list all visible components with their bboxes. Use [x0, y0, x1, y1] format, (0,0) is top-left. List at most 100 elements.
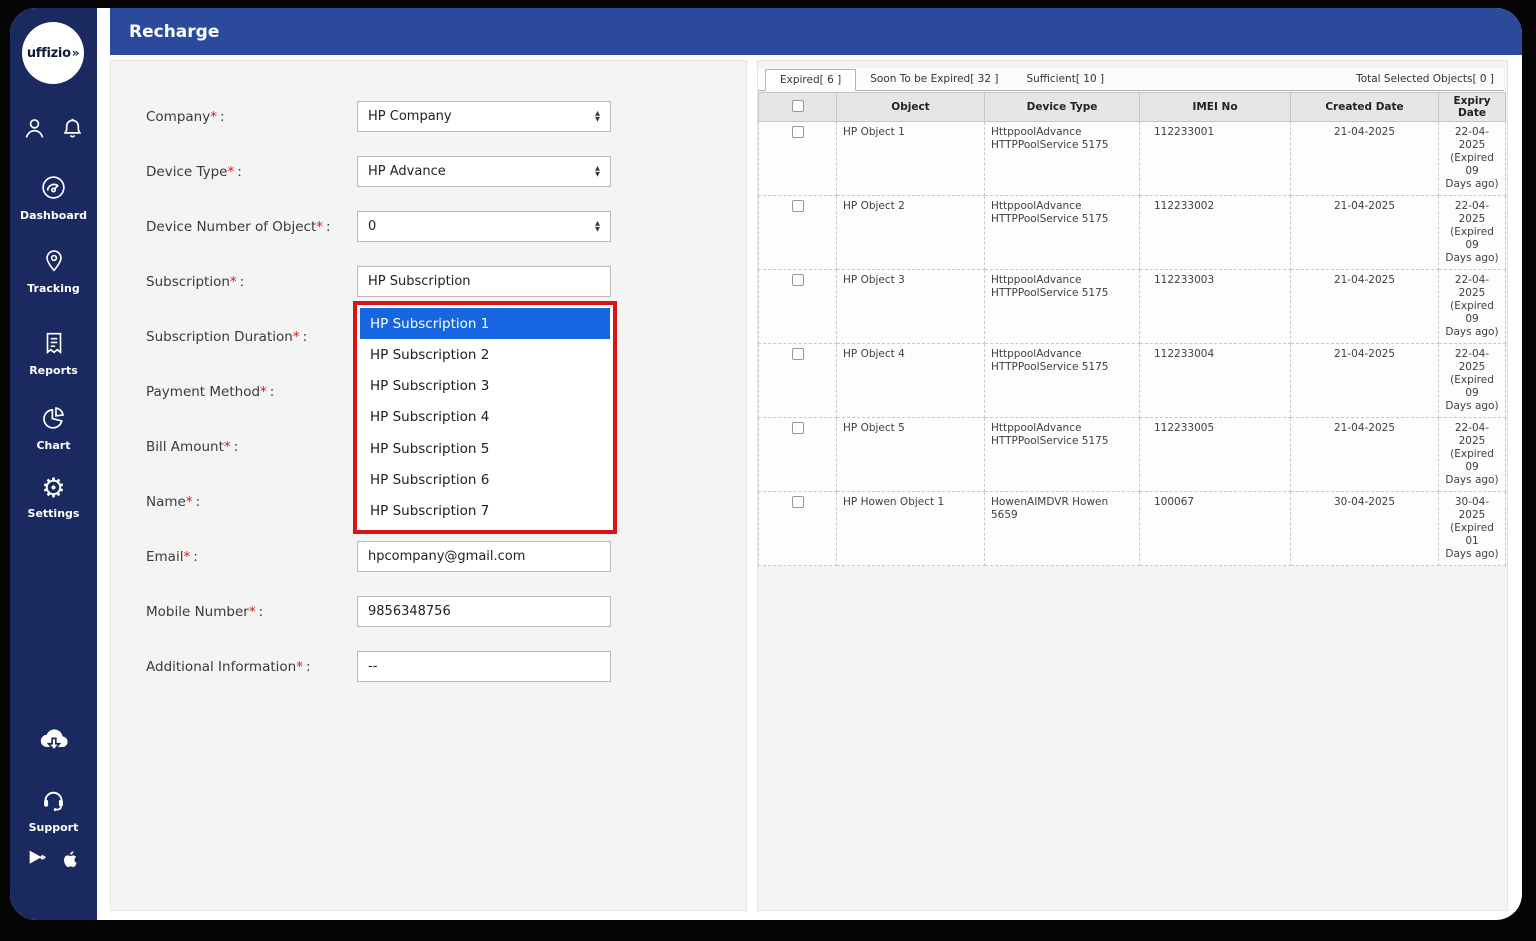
dropdown-option[interactable]: HP Subscription 4 — [360, 402, 610, 433]
dropdown-option[interactable]: HP Subscription 2 — [360, 339, 610, 370]
row-checkbox[interactable] — [792, 274, 804, 286]
mobile-number-field[interactable] — [357, 596, 611, 627]
form-row-email: Email*: — [146, 541, 611, 572]
form-row-mobile-number: Mobile Number*: — [146, 596, 611, 627]
required-mark: * — [224, 439, 231, 455]
expiry-date-cell: 22-04-2025(Expired 09Days ago) — [1439, 196, 1506, 270]
table-header-row: Object Device Type IMEI No Created Date … — [759, 93, 1506, 122]
company-select[interactable]: HP Company▲▼ — [357, 101, 611, 132]
select-arrows-icon: ▲▼ — [595, 111, 600, 122]
expiry-date-cell: 22-04-2025(Expired 09Days ago) — [1439, 270, 1506, 344]
objects-table: Object Device Type IMEI No Created Date … — [758, 92, 1506, 566]
object-cell: HP Object 5 — [837, 418, 985, 492]
required-mark: * — [186, 494, 193, 510]
sidebar-quick-icons — [10, 116, 97, 141]
form-row-device-type: Device Type*: HP Advance▲▼ — [146, 156, 611, 187]
dropdown-option[interactable]: HP Subscription 5 — [360, 433, 610, 464]
expiry-date-cell: 22-04-2025(Expired 09Days ago) — [1439, 122, 1506, 196]
row-checkbox[interactable] — [792, 496, 804, 508]
object-cell: HP Object 3 — [837, 270, 985, 344]
required-mark: * — [230, 274, 237, 290]
page-header: Recharge — [110, 8, 1522, 55]
created-date-cell: 21-04-2025 — [1291, 122, 1439, 196]
created-date-cell: 21-04-2025 — [1291, 196, 1439, 270]
row-checkbox[interactable] — [792, 200, 804, 212]
row-checkbox[interactable] — [792, 422, 804, 434]
table-row: HP Object 5 HttppoolAdvanceHTTPPoolServi… — [759, 418, 1506, 492]
column-header: Device Type — [985, 93, 1140, 122]
tab-sufficient[interactable]: Sufficient[ 10 ] — [1012, 69, 1118, 91]
device-type-cell: HttppoolAdvanceHTTPPoolService 5175 — [985, 122, 1140, 196]
object-cell: HP Object 4 — [837, 344, 985, 418]
dropdown-option[interactable]: HP Subscription 3 — [360, 371, 610, 402]
google-play-icon[interactable] — [26, 848, 48, 874]
column-header: Created Date — [1291, 93, 1439, 122]
field-label: Mobile Number*: — [146, 604, 357, 620]
bell-icon[interactable] — [60, 116, 85, 141]
dropdown-option[interactable]: HP Subscription 6 — [360, 464, 610, 495]
device-type-select[interactable]: HP Advance▲▼ — [357, 156, 611, 187]
table-row: HP Object 3 HttppoolAdvanceHTTPPoolServi… — [759, 270, 1506, 344]
sidebar-item-support[interactable]: Support — [10, 786, 97, 834]
sidebar: uffizio» Dashboard Tracking — [10, 8, 97, 920]
required-mark: * — [293, 329, 300, 345]
sidebar-item-label: Tracking — [27, 282, 79, 295]
dropdown-option[interactable]: HP Subscription 7 — [360, 496, 610, 527]
sidebar-item-chart[interactable]: Chart — [10, 404, 97, 452]
logo-arrow-icon: » — [72, 46, 79, 60]
select-all-header — [759, 93, 837, 122]
sidebar-item-label: Dashboard — [20, 209, 87, 222]
form-row-subscription: Subscription*: HP Subscription — [146, 266, 611, 297]
sidebar-item-download[interactable] — [10, 724, 97, 757]
app-logo[interactable]: uffizio» — [22, 22, 84, 84]
sidebar-item-label: Chart — [36, 439, 70, 452]
device-number-select[interactable]: 0▲▼ — [357, 211, 611, 242]
sidebar-item-dashboard[interactable]: Dashboard — [10, 174, 97, 222]
dropdown-option[interactable]: HP Subscription 1 — [360, 308, 610, 339]
sidebar-item-tracking[interactable]: Tracking — [10, 248, 97, 295]
created-date-cell: 21-04-2025 — [1291, 418, 1439, 492]
row-checkbox[interactable] — [792, 126, 804, 138]
apple-icon[interactable] — [59, 848, 81, 874]
column-header: Expiry Date — [1439, 93, 1506, 122]
form-row-company: Company*: HP Company▲▼ — [146, 101, 611, 132]
created-date-cell: 21-04-2025 — [1291, 270, 1439, 344]
sidebar-item-label: Support — [29, 821, 79, 834]
select-arrows-icon: ▲▼ — [595, 221, 600, 232]
sidebar-item-label: Settings — [28, 507, 80, 520]
expiry-date-cell: 22-04-2025(Expired 09Days ago) — [1439, 344, 1506, 418]
required-mark: * — [249, 604, 256, 620]
select-arrows-icon: ▲▼ — [595, 166, 600, 177]
required-mark: * — [210, 109, 217, 125]
row-checkbox[interactable] — [792, 348, 804, 360]
additional-information-field[interactable] — [357, 651, 611, 682]
field-label: Additional Information*: — [146, 659, 357, 675]
tab-expired[interactable]: Expired[ 6 ] — [765, 69, 856, 91]
sidebar-item-reports[interactable]: Reports — [10, 330, 97, 377]
gear-icon: ⚙ — [41, 476, 65, 502]
select-all-checkbox[interactable] — [792, 100, 804, 112]
device-type-cell: HowenAIMDVR Howen 5659 — [985, 492, 1140, 566]
required-mark: * — [260, 384, 267, 400]
field-label: Subscription Duration*: — [146, 329, 357, 345]
tab-soon-to-be-expired[interactable]: Soon To be Expired[ 32 ] — [856, 69, 1012, 91]
subscription-select[interactable]: HP Subscription — [357, 266, 611, 297]
imei-cell: 100067 — [1140, 492, 1291, 566]
object-cell: HP Howen Object 1 — [837, 492, 985, 566]
field-label: Payment Method*: — [146, 384, 357, 400]
sidebar-item-settings[interactable]: ⚙ Settings — [10, 476, 97, 520]
form-row-device-number: Device Number of Object*: 0▲▼ — [146, 211, 611, 242]
created-date-cell: 21-04-2025 — [1291, 344, 1439, 418]
table-row: HP Object 4 HttppoolAdvanceHTTPPoolServi… — [759, 344, 1506, 418]
logo-text: uffizio — [27, 46, 71, 61]
form-row-additional-information: Additional Information*: — [146, 651, 611, 682]
dashboard-icon — [40, 174, 67, 204]
tracking-icon — [41, 248, 67, 277]
user-icon[interactable] — [22, 116, 47, 141]
imei-cell: 112233004 — [1140, 344, 1291, 418]
field-label: Subscription*: — [146, 274, 357, 290]
imei-cell: 112233003 — [1140, 270, 1291, 344]
required-mark: * — [296, 659, 303, 675]
imei-cell: 112233002 — [1140, 196, 1291, 270]
email-field[interactable] — [357, 541, 611, 572]
